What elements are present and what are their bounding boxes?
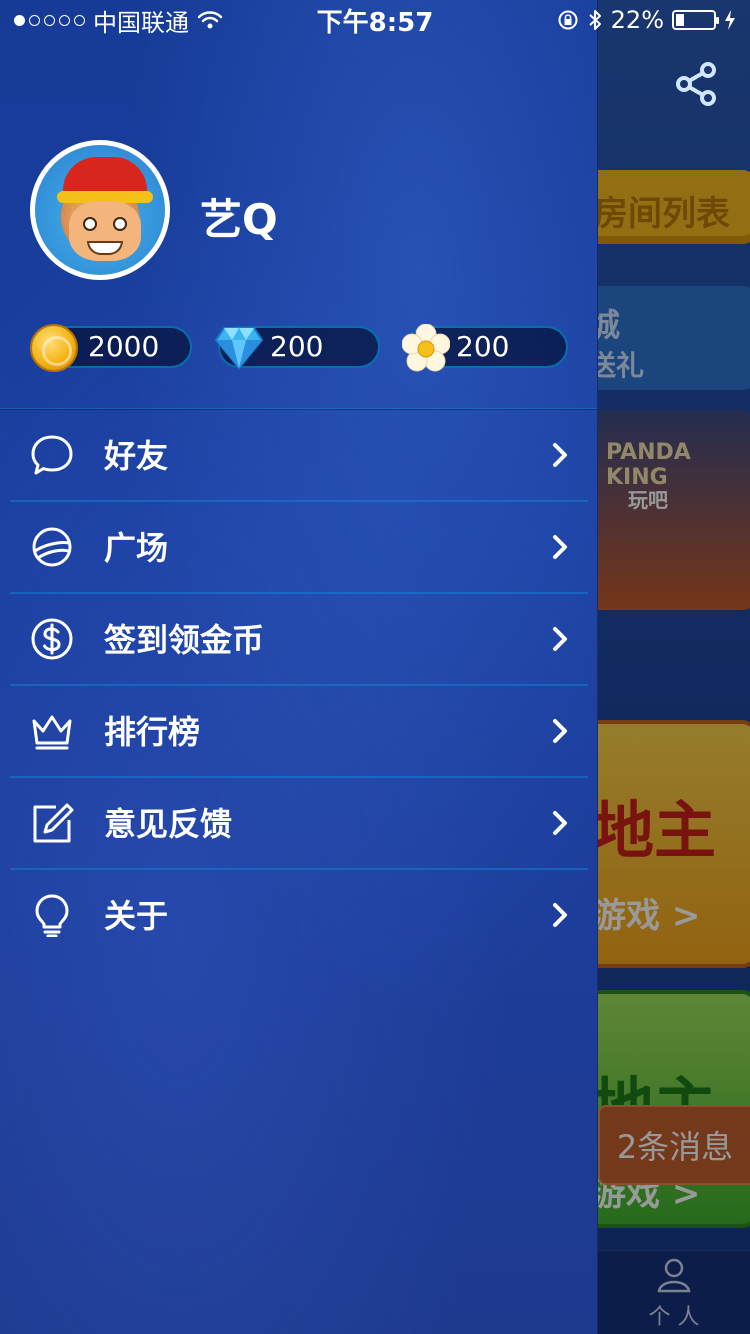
carrier-name: 中国联通 [93,8,189,37]
menu-item-plaza[interactable]: 广场 [0,502,598,592]
gift-label: 送礼 [598,349,645,382]
diamond-value: 200 [270,330,324,363]
message-notification[interactable]: 2条消息 [598,1105,750,1185]
menu-label-friends: 好友 [104,437,169,475]
crown-icon [32,715,72,750]
chevron-right-icon [553,443,567,467]
chevron-right-icon [553,903,567,927]
avatar[interactable] [30,140,170,280]
bluetooth-icon [588,10,601,30]
landlord-title-1: 地主 [598,794,717,867]
battery-icon [672,10,719,30]
menu-label-plaza: 广场 [104,529,169,567]
lightbulb-icon [35,894,69,937]
menu-label-about: 关于 [104,897,169,935]
flower-icon [402,324,450,372]
menu-item-about[interactable]: 关于 [0,870,598,960]
chevron-right-icon [553,535,567,559]
menu-label-feedback: 意见反馈 [104,805,233,843]
chevron-right-icon [553,811,567,835]
chevron-right-icon [553,719,567,743]
menu-label-ranking: 排行榜 [104,713,201,751]
share-icon[interactable] [672,60,720,108]
signal-strength-icon [14,14,85,26]
wifi-icon [197,11,223,29]
avatar-eye-left [83,217,97,231]
diamond-icon [214,327,264,370]
menu-label-checkin: 签到领金币 [104,621,265,659]
side-drawer: 艺Q 2000 200 200 好友 广场 签到领金币 排行榜 意见反馈 关于 [0,0,598,1334]
shop-label: 城 [598,306,621,344]
panda-king-sub: 玩吧 [628,488,668,512]
battery-percent: 22% [610,6,664,34]
edit-icon [33,803,74,843]
chat-bubble-icon [31,435,73,475]
username: 艺Q [200,195,278,244]
menu-item-checkin[interactable]: 签到领金币 [0,594,598,684]
landlord-sub-1: 游戏 > [598,896,701,936]
menu-item-feedback[interactable]: 意见反馈 [0,778,598,868]
coin-icon [30,324,78,372]
avatar-eye-right [113,217,127,231]
planet-icon [32,527,72,567]
tab-personal-label: 个 人 [648,1304,700,1330]
menu-item-ranking[interactable]: 排行榜 [0,686,598,776]
tab-personal[interactable]: 个 人 [598,1250,750,1334]
person-icon [657,1258,691,1292]
room-list-label: 房间列表 [598,194,730,234]
coin-value: 2000 [88,330,160,363]
menu-item-friends[interactable]: 好友 [0,410,598,500]
charging-icon [725,10,735,30]
status-bar: 中国联通 下午8:57 22% [0,0,750,40]
flower-value: 200 [456,330,510,363]
chevron-right-icon [553,627,567,651]
panda-king-title: PANDA KING [606,440,691,490]
dollar-icon [31,618,73,660]
rotation-lock-icon [558,10,578,30]
message-text: 2条消息 [616,1128,734,1166]
